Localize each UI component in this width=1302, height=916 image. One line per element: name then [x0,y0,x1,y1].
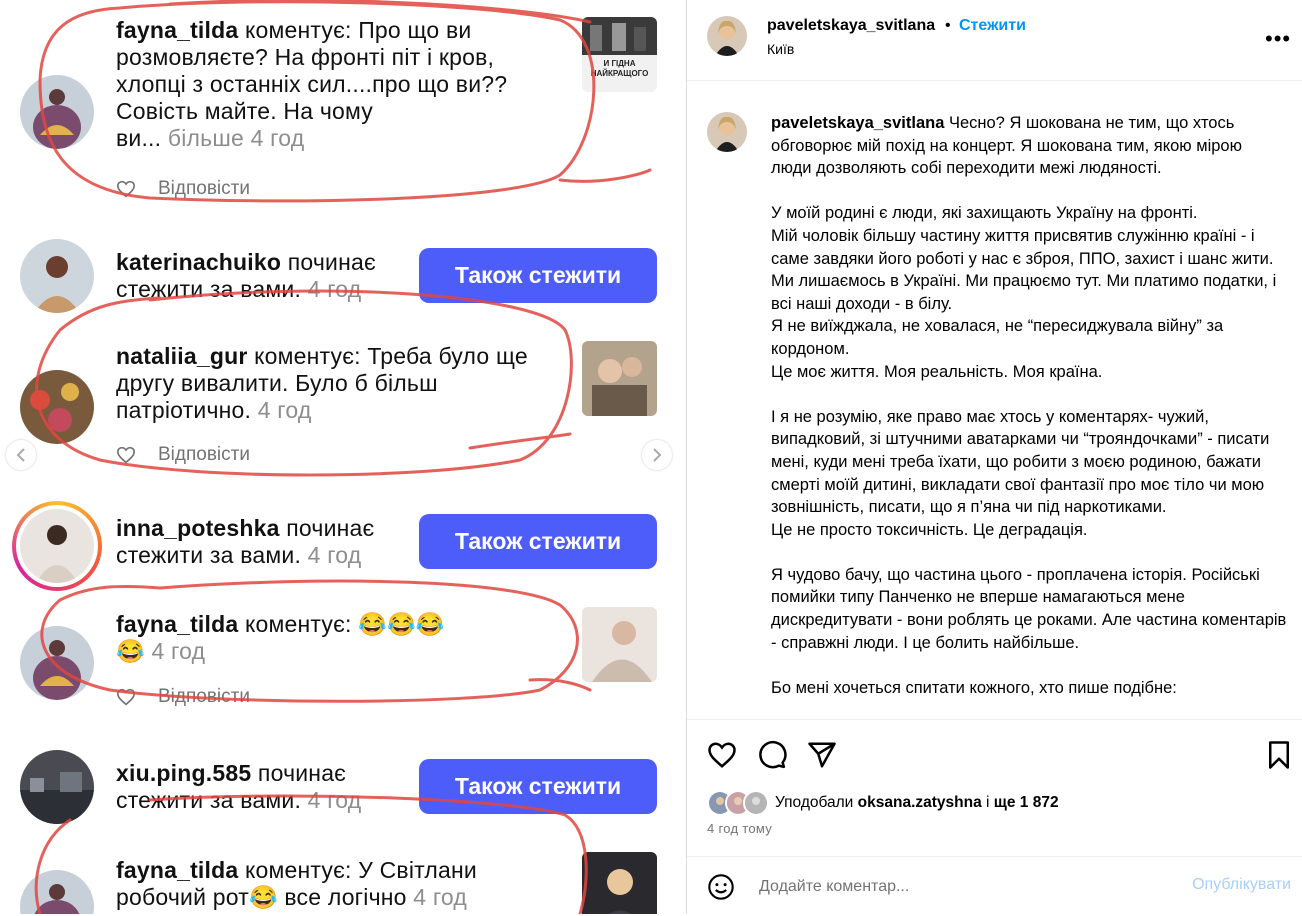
avatar [20,750,94,824]
author-username[interactable]: paveletskaya_svitlana [767,17,935,35]
avatar [20,509,94,583]
follow-button[interactable]: Стежити [959,17,1026,35]
heart-icon[interactable] [707,740,737,770]
avatar [20,370,94,444]
post-details-panel: paveletskaya_svitlana • Стежити Київ •••… [686,0,1302,914]
author-avatar[interactable] [707,16,747,56]
follow-back-button[interactable]: Також стежити [419,514,657,569]
thumbnail-caption: И ГІДНА [603,59,636,68]
post-header: paveletskaya_svitlana • Стежити Київ ••• [687,0,1302,81]
screen: fayna_tilda коментує: Про що ви розмовля… [0,0,1302,914]
carousel-next-button[interactable] [642,440,672,470]
heart-icon[interactable] [116,180,136,198]
post-actions: Уподобали oksana.zatyshna і ще 1 872 4 г… [687,719,1302,915]
share-icon[interactable] [807,740,837,770]
notification-text: fayna_tilda коментує: Про що ви розмовля… [116,17,508,151]
caption-section: paveletskaya_svitlana Чесно? Я шокована … [687,96,1302,718]
likes-summary[interactable]: Уподобали oksana.zatyshna і ще 1 872 [707,790,1059,816]
post-thumbnail[interactable] [582,341,657,416]
post-location[interactable]: Київ [767,41,794,57]
reply-link[interactable]: Відповісти [116,178,250,200]
comment-bar: Опублікувати [687,856,1302,916]
more-options-icon[interactable]: ••• [1265,26,1291,52]
chevron-left-icon [16,448,25,462]
notification-text: fayna_tilda коментує: У Світлани робочий… [116,857,477,910]
emoji-icon[interactable] [707,873,735,901]
avatar [20,75,94,149]
bookmark-icon[interactable] [1264,740,1294,770]
publish-button[interactable]: Опублікувати [1192,876,1291,894]
post-time[interactable]: 4 год тому [707,821,772,836]
notification-text: fayna_tilda коментує: 😂😂😂 😂 4 год [116,611,445,664]
follow-back-button[interactable]: Також стежити [419,248,657,303]
chevron-right-icon [653,448,662,462]
notification-text: nataliia_gur коментує: Треба було ще дру… [116,343,528,423]
likes-text: Уподобали oksana.zatyshna і ще 1 872 [775,794,1059,811]
thumbnail-caption: НАЙКРАЩОГО [590,69,649,78]
carousel-prev-button[interactable] [6,440,36,470]
notification-text: inna_poteshka починає стежити за вами. 4… [116,515,375,568]
heart-icon[interactable] [116,688,136,706]
heart-icon[interactable] [116,446,136,464]
comment-input[interactable] [757,871,1161,903]
follow-back-button[interactable]: Також стежити [419,759,657,814]
separator-dot: • [945,17,951,34]
post-thumbnail[interactable]: И ГІДНА НАЙКРАЩОГО [582,17,657,92]
comment-icon[interactable] [757,740,787,770]
reply-link[interactable]: Відповісти [116,686,250,708]
avatar [20,626,94,700]
post-thumbnail[interactable] [582,852,657,914]
notification-text: xiu.ping.585 починає стежити за вами. 4 … [116,760,362,813]
post-image[interactable]: fayna_tilda коментує: Про що ви розмовля… [0,0,686,914]
avatar [20,870,94,914]
likes-count[interactable]: ще 1 872 [994,794,1059,811]
caption-text: paveletskaya_svitlana Чесно? Я шокована … [771,114,1287,697]
liker-username[interactable]: oksana.zatyshna [858,794,982,811]
liker-avatar [743,790,769,816]
notification-text: katerinachuiko починає стежити за вами. … [116,249,376,302]
caption-avatar[interactable] [707,112,747,152]
reply-link[interactable]: Відповісти [116,444,250,466]
avatar [20,239,94,313]
caption-username[interactable]: paveletskaya_svitlana [771,114,944,132]
post-thumbnail[interactable] [582,607,657,682]
avatar-story-ring[interactable] [12,501,102,591]
